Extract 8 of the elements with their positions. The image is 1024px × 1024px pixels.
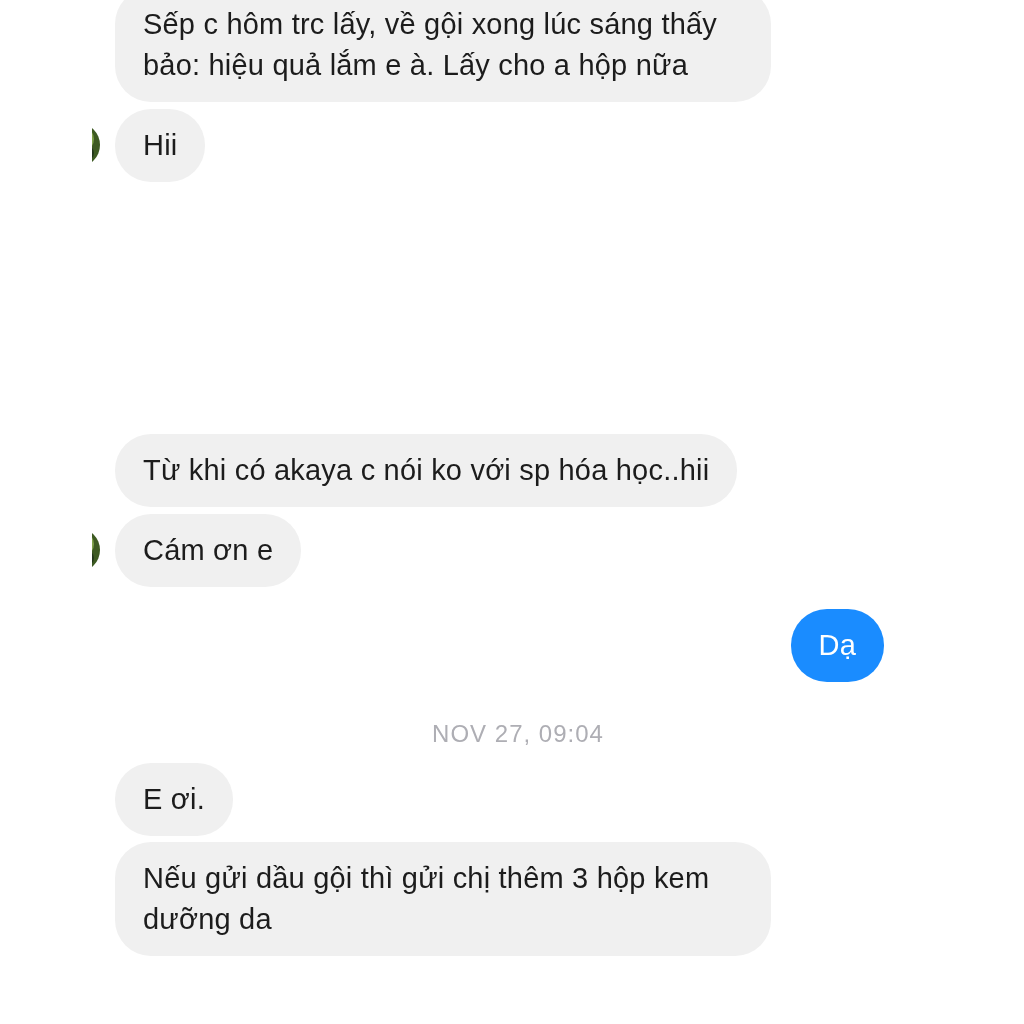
message-bubble: E ơi. xyxy=(115,763,233,836)
message-bubble: Từ khi có akaya c nói ko với sp hóa học..hii xyxy=(115,434,738,507)
message-bubble: Cám ơn e xyxy=(115,514,302,587)
message-bubble: Sếp c hôm trc lấy, về gội xong lúc sáng thấy bảo: hiệu quả lắm e à. Lấy cho a hộp nữa xyxy=(115,0,771,102)
message-bubble: Nếu gửi dầu gội thì gửi chị thêm 3 hộp kem dưỡng da xyxy=(115,842,771,956)
message-bubble: Hii xyxy=(115,109,206,182)
message-bubble: Dạ xyxy=(790,609,884,682)
timestamp: NOV 27, 09:04 xyxy=(432,720,604,748)
